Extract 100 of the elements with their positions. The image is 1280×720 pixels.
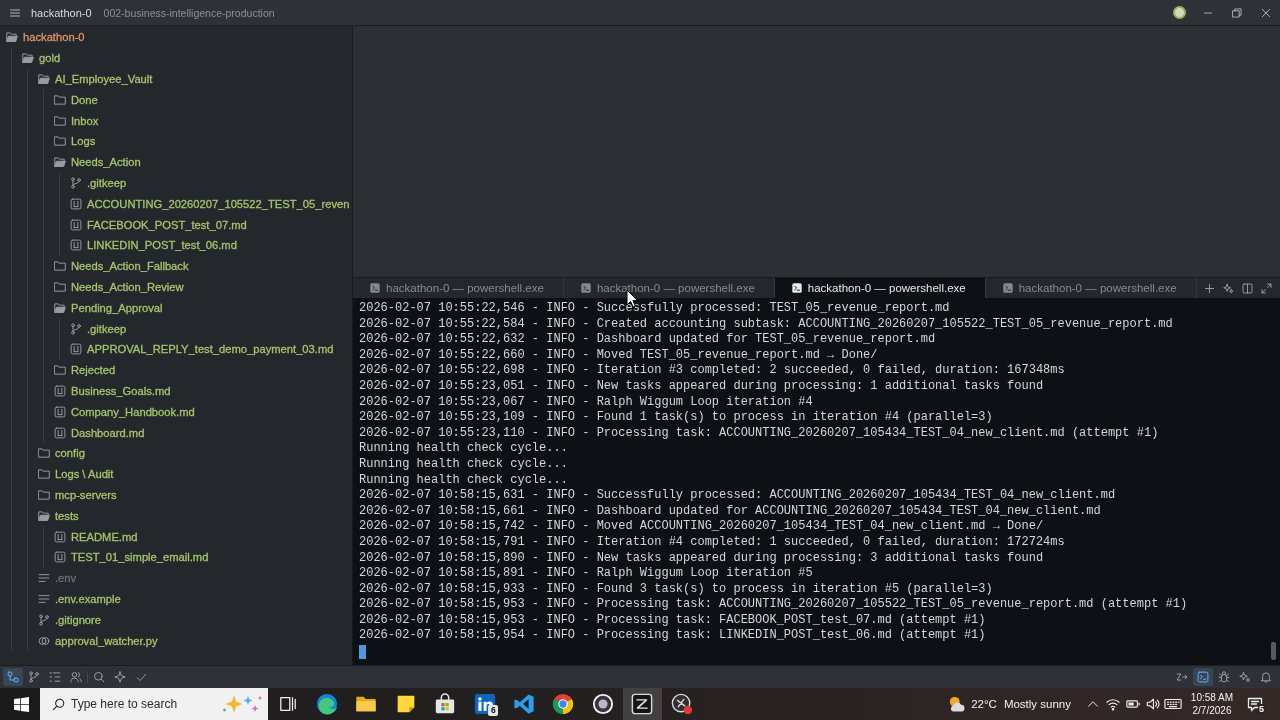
terminal-line: 2026-02-07 10:58:15,742 - INFO - Moved ACCOUNTING_20260207_105434_TEST_04_new_client.md → Done/	[359, 519, 1045, 535]
folder-item[interactable]: Rejected	[71, 362, 116, 379]
terminal-line: 2026-02-07 10:55:23,051 - INFO - New tasks appeared during processing: 1 additional tasks found	[359, 378, 1045, 395]
file-item[interactable]: FACEBOOK_POST_test_07.md	[87, 216, 247, 233]
file-item[interactable]: Business_Goals.md	[71, 382, 171, 399]
folder-item[interactable]: Needs_Action_Fallback	[71, 258, 189, 275]
file-item[interactable]: approval_watcher.py	[55, 632, 158, 649]
lines-icon	[38, 572, 50, 585]
folder-item[interactable]: config	[55, 445, 85, 462]
taskbar-app-button[interactable]: 6	[464, 688, 505, 720]
split-panel-icon	[1242, 282, 1253, 294]
sun-cloud-icon[interactable]	[948, 695, 967, 713]
terminal-line: 2026-02-07 10:55:22,584 - INFO - Created accounting subtask: ACCOUNTING_20260207_105522_TEST_05_revenue_report.md	[359, 316, 1174, 333]
file-icon	[54, 405, 66, 418]
branch-icon	[70, 176, 82, 189]
folder-item[interactable]: gold	[39, 50, 61, 67]
ring-icon	[591, 693, 614, 715]
file-icon	[54, 530, 66, 543]
search-bar[interactable]: Type here to search	[40, 688, 268, 720]
plus-icon	[1204, 282, 1215, 294]
file-item[interactable]: LINKEDIN_POST_test_06.md	[87, 237, 237, 254]
terminal-line: Running health check cycle...	[359, 472, 569, 489]
people-icon	[70, 671, 82, 683]
terminal-icon	[791, 283, 802, 293]
tricolor-circle-icon	[552, 693, 575, 715]
clock-button[interactable]: 10:58 AM 2/7/2026	[1186, 688, 1238, 720]
search-icon	[93, 671, 105, 683]
branch-icon	[28, 671, 40, 683]
terminal-line: 2026-02-07 10:55:22,660 - INFO - Moved TEST_05_revenue_report.md → Done/	[359, 347, 879, 364]
terminal-line: 2026-02-07 10:55:23,067 - INFO - Ralph Wiggum Loop iteration #4	[359, 394, 814, 411]
rings-icon	[38, 634, 50, 647]
terminal-line: Running health check cycle...	[359, 441, 569, 457]
folder-item[interactable]: Pending_Approval	[71, 299, 163, 316]
note-icon	[395, 694, 416, 714]
scrollbar-thumb[interactable]	[1271, 642, 1276, 660]
terminal-icon	[370, 283, 380, 293]
avatar-icon[interactable]	[1173, 6, 1186, 19]
check-icon	[135, 671, 147, 683]
temperature-text[interactable]: 22°C	[971, 698, 997, 710]
file-icon	[70, 239, 82, 252]
terminal-line: 2026-02-07 10:58:15,953 - INFO - Processing task: FACEBOOK_POST_test_07.md (attempt #1)	[359, 612, 987, 629]
file-item[interactable]: README.md	[71, 528, 138, 545]
folder-item[interactable]: AI_Employee_Vault	[55, 71, 153, 87]
folder-item[interactable]: Needs_Action_Review	[71, 278, 184, 295]
weather-text[interactable]: Mostly sunny	[1003, 698, 1071, 710]
file-icon	[70, 218, 82, 231]
file-item[interactable]: Company_Handbook.md	[71, 403, 195, 420]
branch-name[interactable]: 002-business-intelligence-production	[103, 6, 275, 19]
close-icon	[1260, 7, 1271, 18]
search-icon	[52, 697, 65, 711]
file-item[interactable]: ACCOUNTING_20260207_105522_TEST_05_reven	[87, 195, 350, 212]
folder-item[interactable]: Inbox	[71, 112, 99, 129]
file-item[interactable]: .env.example	[55, 590, 121, 607]
folder-item[interactable]: hackathon-0	[23, 29, 85, 46]
file-item[interactable]: APPROVAL_REPLY_test_demo_payment_03.md	[87, 341, 334, 358]
terminal-cursor-icon	[359, 645, 366, 660]
terminal-icon	[580, 283, 591, 293]
folder-item[interactable]: Needs_Action	[71, 154, 141, 171]
file-item[interactable]: Dashboard.md	[71, 424, 145, 441]
bug-icon	[1218, 671, 1230, 683]
file-item[interactable]: .gitignore	[55, 611, 102, 628]
file-item[interactable]: TEST_01_simple_email.md	[71, 549, 209, 566]
folder-item[interactable]: mcp-servers	[55, 486, 117, 503]
folder-item[interactable]: Logs \ Audit	[55, 466, 114, 483]
task-view-icon	[278, 695, 297, 713]
message-icon	[1247, 696, 1263, 712]
terminal-line: 2026-02-07 10:55:23,109 - INFO - Found 1 task(s) to process in iteration #4 (parallel=3)	[359, 410, 994, 426]
terminal-line: 2026-02-07 10:55:22,546 - INFO - Successfully processed: TEST_05_revenue_report.md	[359, 301, 951, 317]
notifications-button[interactable]: 5	[1240, 688, 1270, 720]
menu-icon	[9, 6, 21, 19]
wave-logo-icon	[316, 693, 339, 715]
list-icon	[49, 671, 61, 683]
file-item[interactable]: .gitkeep	[87, 320, 127, 337]
folder-item[interactable]: tests	[55, 507, 79, 524]
terminal-line: 2026-02-07 10:58:15,661 - INFO - Dashboard updated for ACCOUNTING_20260207_105434_TEST_04_new_client.md	[359, 503, 1102, 520]
editor-logo-icon	[631, 693, 654, 715]
sparkles-icon	[1223, 282, 1234, 294]
taskbar-app-button[interactable]	[622, 688, 662, 720]
speaker-icon	[1146, 697, 1160, 711]
file-item[interactable]: .gitkeep	[87, 174, 127, 191]
terminal-tab[interactable]: hackathon-0 — powershell.exe	[774, 278, 986, 298]
start-logo-icon	[13, 696, 29, 712]
terminal-line: 2026-02-07 10:58:15,631 - INFO - Successfully processed: ACCOUNTING_20260207_105434_TEST_04_new_client.md	[359, 488, 1117, 504]
search-field[interactable]: Type here to search	[71, 694, 216, 714]
branch-icon	[38, 613, 50, 626]
wifi-icon	[1106, 697, 1120, 711]
status-bar-button[interactable]	[3, 668, 23, 686]
terminal-line: 2026-02-07 10:58:15,954 - INFO - Processing task: LINKEDIN_POST_test_06.md (attempt #1)	[359, 628, 987, 645]
shopping-bag-icon	[434, 693, 457, 715]
terminal-line: 2026-02-07 10:55:23,110 - INFO - Processing task: ACCOUNTING_20260207_105434_TEST_04_new_client.md (attempt #1)	[359, 425, 1160, 442]
ribbon-logo-icon	[513, 693, 536, 715]
terminal-line: 2026-02-07 10:58:15,890 - INFO - New tasks appeared during processing: 3 additional tasks found	[359, 550, 1045, 567]
terminal-icon	[1197, 671, 1209, 683]
expand-icon	[1261, 282, 1272, 294]
status-bar-button[interactable]	[1193, 668, 1213, 686]
branch-icon	[70, 322, 82, 335]
folder-item[interactable]: Done	[71, 91, 98, 108]
folder-item[interactable]: Logs	[71, 133, 96, 150]
project-name[interactable]: hackathon-0	[31, 6, 92, 19]
arrow-icon	[1176, 671, 1188, 683]
